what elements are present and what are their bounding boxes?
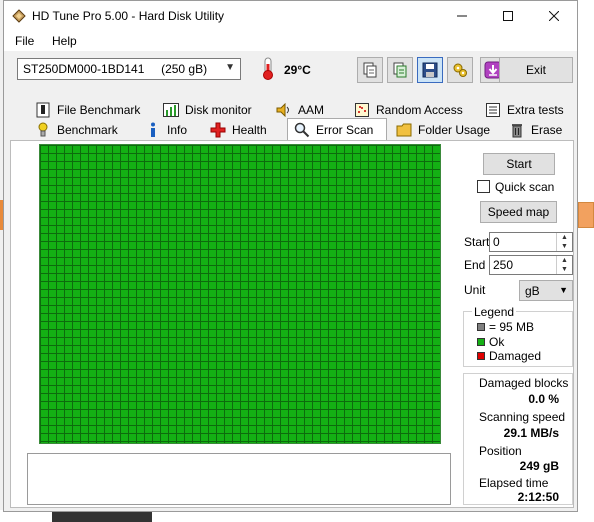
tab-label: Random Access bbox=[376, 103, 463, 117]
random-access-icon bbox=[354, 102, 370, 118]
elapsed-time-value: 2:12:50 bbox=[517, 490, 559, 504]
copy-info-icon bbox=[393, 62, 407, 78]
start-button[interactable]: Start bbox=[483, 153, 555, 175]
spin-arrows-icon[interactable]: ▲ ▼ bbox=[556, 256, 572, 274]
toolbar: ST250DM000-1BD141 (250 gB) ▼ 29°C Exit bbox=[4, 51, 577, 93]
maximize-icon bbox=[503, 11, 513, 21]
drive-select-value: ST250DM000-1BD141 (250 gB) bbox=[23, 62, 208, 76]
chevron-down-icon: ▼ bbox=[559, 285, 568, 295]
temperature-value: 29°C bbox=[284, 63, 311, 77]
copy-icon bbox=[363, 62, 377, 78]
tab-extra-tests[interactable]: Extra tests bbox=[479, 100, 574, 120]
scanning-speed-label: Scanning speed bbox=[479, 410, 566, 424]
exit-button[interactable]: Exit bbox=[499, 57, 573, 83]
folder-icon bbox=[396, 122, 412, 138]
drive-select[interactable]: ST250DM000-1BD141 (250 gB) ▼ bbox=[17, 58, 241, 80]
damaged-blocks-label: Damaged blocks bbox=[479, 376, 569, 390]
scan-block-grid bbox=[39, 144, 441, 444]
start-position-value: 0 bbox=[493, 235, 500, 249]
position-value: 249 gB bbox=[519, 459, 559, 473]
legend-label: Ok bbox=[489, 335, 505, 349]
disk-monitor-icon bbox=[163, 102, 179, 118]
copy-button[interactable] bbox=[357, 57, 383, 83]
legend-item-ok: Ok bbox=[477, 335, 504, 349]
minimize-button[interactable] bbox=[439, 1, 485, 31]
tab-label: Extra tests bbox=[507, 103, 564, 117]
legend-swatch-block bbox=[477, 323, 485, 331]
legend-swatch-damaged bbox=[477, 352, 485, 360]
tab-label: Info bbox=[167, 123, 188, 137]
speed-map-button[interactable]: Speed map bbox=[480, 201, 557, 223]
quick-scan-label[interactable]: Quick scan bbox=[495, 180, 554, 194]
trash-icon bbox=[509, 122, 525, 138]
options-icon bbox=[453, 63, 467, 77]
end-position-input[interactable]: 250 ▲ ▼ bbox=[489, 255, 573, 275]
close-icon bbox=[549, 11, 559, 21]
title-bar[interactable]: HD Tune Pro 5.00 - Hard Disk Utility bbox=[4, 1, 577, 31]
thermometer-icon bbox=[263, 57, 273, 80]
tab-erase[interactable]: Erase bbox=[503, 120, 573, 140]
position-label: Position bbox=[479, 444, 522, 458]
extra-tests-icon bbox=[485, 102, 501, 118]
spin-arrows-icon[interactable]: ▲ ▼ bbox=[556, 233, 572, 251]
unit-label: Unit bbox=[464, 283, 486, 297]
tab-info[interactable]: Info bbox=[139, 120, 199, 140]
elapsed-time-label: Elapsed time bbox=[479, 476, 549, 490]
options-button[interactable] bbox=[447, 57, 473, 83]
legend-label: = 95 MB bbox=[489, 320, 535, 334]
speaker-icon bbox=[276, 102, 292, 118]
legend-title: Legend bbox=[472, 305, 517, 319]
tab-label: Benchmark bbox=[57, 123, 118, 137]
quick-scan-checkbox[interactable] bbox=[477, 180, 490, 193]
tab-folder-usage[interactable]: Folder Usage bbox=[390, 120, 500, 140]
menu-help[interactable]: Help bbox=[52, 34, 77, 48]
window-title: HD Tune Pro 5.00 - Hard Disk Utility bbox=[32, 9, 225, 23]
info-icon bbox=[145, 122, 161, 138]
start-label: Start bbox=[464, 235, 490, 249]
tab-label: Health bbox=[232, 123, 267, 137]
legend-swatch-ok bbox=[477, 338, 485, 346]
scan-log-box[interactable] bbox=[27, 453, 451, 505]
end-position-value: 250 bbox=[493, 258, 514, 272]
tab-file-benchmark[interactable]: File Benchmark bbox=[29, 100, 149, 120]
legend-item-damaged: Damaged bbox=[477, 349, 541, 363]
background-window-edge bbox=[578, 0, 594, 522]
benchmark-icon bbox=[35, 122, 51, 138]
error-scan-panel: Start Quick scan Speed map Start 0 ▲ ▼ En… bbox=[10, 140, 574, 508]
magnifier-icon bbox=[294, 122, 310, 138]
tab-label: Erase bbox=[531, 123, 563, 137]
copy-info-button[interactable] bbox=[387, 57, 413, 83]
tab-label: Folder Usage bbox=[418, 123, 491, 137]
end-label: End bbox=[464, 258, 486, 272]
tab-aam[interactable]: AAM bbox=[270, 100, 342, 120]
save-button[interactable] bbox=[417, 57, 443, 83]
unit-select-value: gB bbox=[525, 284, 540, 298]
tab-benchmark[interactable]: Benchmark bbox=[29, 120, 139, 140]
save-icon bbox=[422, 62, 438, 78]
tab-error-scan[interactable]: Error Scan bbox=[287, 118, 387, 141]
close-button[interactable] bbox=[531, 1, 577, 31]
menu-bar: File Help bbox=[4, 31, 577, 51]
file-benchmark-icon bbox=[35, 102, 51, 118]
minimize-icon bbox=[457, 15, 467, 17]
tab-label: Error Scan bbox=[316, 123, 374, 137]
tab-health[interactable]: Health bbox=[204, 120, 284, 140]
unit-select[interactable]: gB ▼ bbox=[519, 280, 573, 301]
damaged-blocks-value: 0.0 % bbox=[528, 392, 559, 406]
legend-item-block-size: = 95 MB bbox=[477, 320, 534, 334]
tab-label: AAM bbox=[298, 103, 325, 117]
tab-label: File Benchmark bbox=[57, 103, 141, 117]
tab-label: Disk monitor bbox=[185, 103, 252, 117]
health-icon bbox=[210, 122, 226, 138]
app-icon bbox=[12, 9, 26, 23]
start-position-input[interactable]: 0 ▲ ▼ bbox=[489, 232, 573, 252]
chevron-down-icon: ▼ bbox=[225, 62, 235, 73]
scanning-speed-value: 29.1 MB/s bbox=[503, 426, 559, 440]
tab-random-access[interactable]: Random Access bbox=[348, 100, 468, 120]
app-window: HD Tune Pro 5.00 - Hard Disk Utility Fil… bbox=[3, 0, 578, 512]
tab-disk-monitor[interactable]: Disk monitor bbox=[157, 100, 267, 120]
menu-file[interactable]: File bbox=[15, 34, 34, 48]
legend-label: Damaged bbox=[489, 349, 542, 363]
maximize-button[interactable] bbox=[485, 1, 531, 31]
